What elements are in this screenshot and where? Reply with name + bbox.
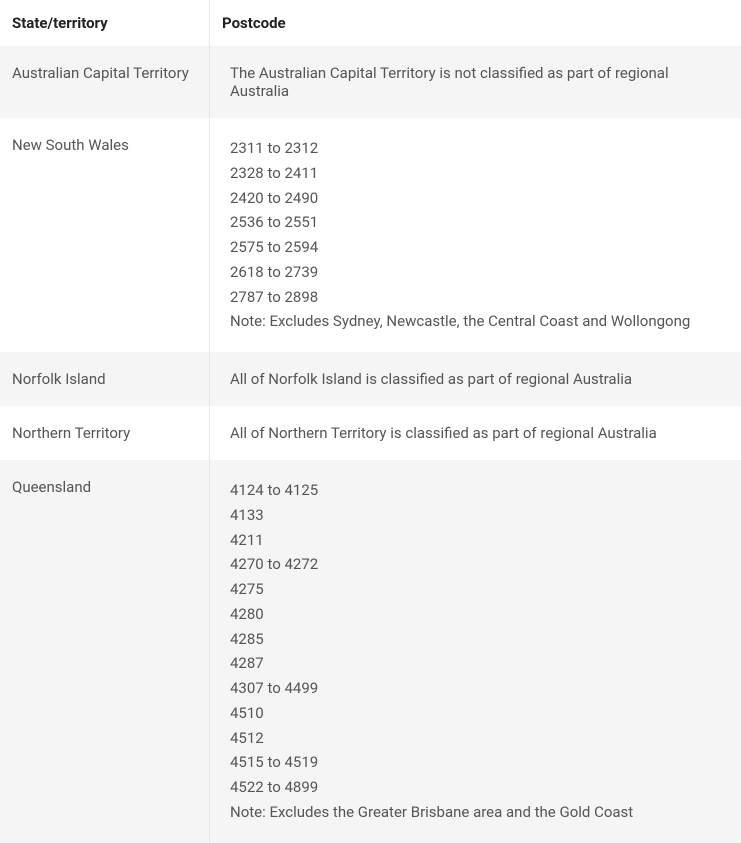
postcode-range: 4280 [230, 602, 727, 627]
postcode-range: 4510 [230, 701, 727, 726]
postcode-range: 4124 to 4125 [230, 478, 727, 503]
postcode-range: 4512 [230, 726, 727, 751]
header-state: State/territory [0, 0, 210, 46]
postcode-range: 4133 [230, 503, 727, 528]
postcode-cell: 4124 to 4125 4133 4211 4270 to 4272 4275… [210, 460, 741, 843]
table-row: Norfolk Island All of Norfolk Island is … [0, 352, 741, 406]
postcode-cell: 2311 to 2312 2328 to 2411 2420 to 2490 2… [210, 118, 741, 352]
postcode-note: Note: Excludes Sydney, Newcastle, the Ce… [230, 309, 727, 334]
table-row: Australian Capital Territory The Austral… [0, 46, 741, 118]
state-cell: Northern Territory [0, 406, 210, 460]
postcode-range: 2618 to 2739 [230, 260, 727, 285]
postcode-cell: The Australian Capital Territory is not … [210, 46, 741, 118]
postcode-range: 2420 to 2490 [230, 186, 727, 211]
state-cell: Australian Capital Territory [0, 46, 210, 118]
postcode-range: 2536 to 2551 [230, 210, 727, 235]
postcode-table: State/territory Postcode Australian Capi… [0, 0, 741, 843]
postcode-range: 2575 to 2594 [230, 235, 727, 260]
postcode-range: 2311 to 2312 [230, 136, 727, 161]
postcode-range: 4275 [230, 577, 727, 602]
header-postcode: Postcode [210, 0, 741, 46]
postcode-range: 4307 to 4499 [230, 676, 727, 701]
table-row: New South Wales 2311 to 2312 2328 to 241… [0, 118, 741, 352]
postcode-range: 4287 [230, 651, 727, 676]
table-row: Queensland 4124 to 4125 4133 4211 4270 t… [0, 460, 741, 843]
state-cell: Norfolk Island [0, 352, 210, 406]
state-cell: Queensland [0, 460, 210, 843]
state-cell: New South Wales [0, 118, 210, 352]
postcode-range: 4522 to 4899 [230, 775, 727, 800]
postcode-range: 2328 to 2411 [230, 161, 727, 186]
postcode-cell: All of Norfolk Island is classified as p… [210, 352, 741, 406]
postcode-range: 4270 to 4272 [230, 552, 727, 577]
postcode-note: Note: Excludes the Greater Brisbane area… [230, 800, 727, 825]
postcode-range: 2787 to 2898 [230, 285, 727, 310]
postcode-range: 4515 to 4519 [230, 750, 727, 775]
postcode-range: 4285 [230, 627, 727, 652]
table-header-row: State/territory Postcode [0, 0, 741, 46]
postcode-range: 4211 [230, 528, 727, 553]
table-row: Northern Territory All of Northern Terri… [0, 406, 741, 460]
postcode-cell: All of Northern Territory is classified … [210, 406, 741, 460]
